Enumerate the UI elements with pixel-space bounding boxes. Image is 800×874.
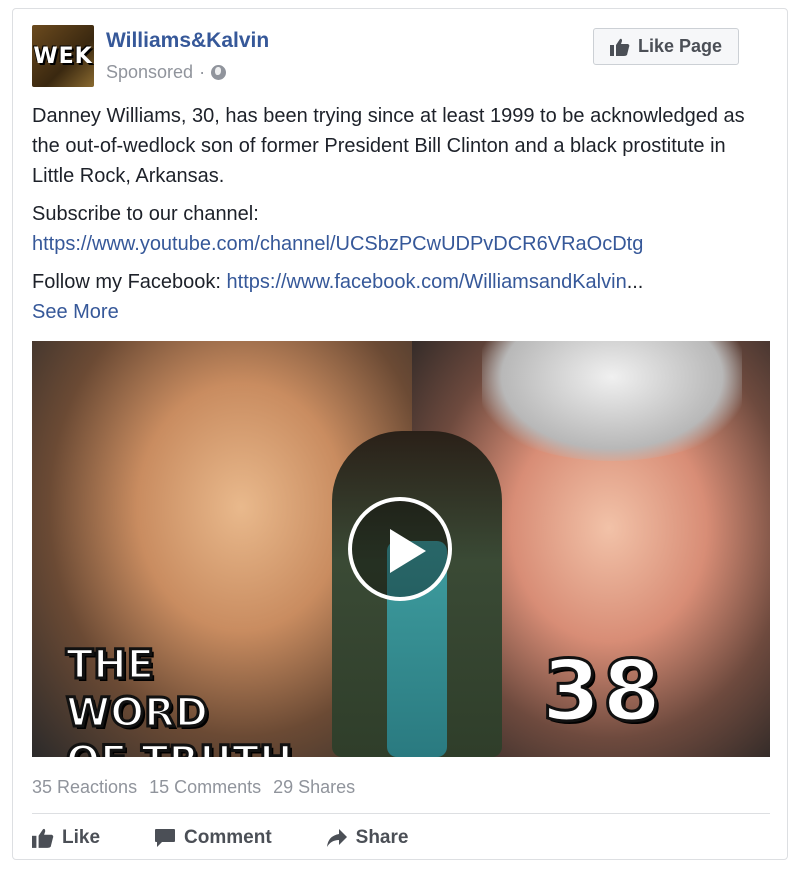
thumbs-up-icon: [32, 828, 54, 848]
page-name-link[interactable]: Williams&Kalvin: [106, 29, 269, 53]
post-body: Danney Williams, 30, has been trying sin…: [32, 101, 772, 327]
share-button[interactable]: Share: [326, 827, 409, 849]
youtube-channel-link[interactable]: https://www.youtube.com/channel/UCSbzPCw…: [32, 233, 643, 255]
like-label: Like: [62, 827, 101, 848]
reactions-count[interactable]: 35 Reactions: [32, 777, 137, 798]
overlay-title-line1: THE WORD: [65, 641, 210, 738]
sponsored-post-card: WEK Williams&Kalvin Sponsored · Like Pag…: [12, 8, 788, 860]
comment-icon: [155, 829, 176, 847]
comment-button[interactable]: Comment: [154, 827, 272, 849]
post-meta: Sponsored ·: [106, 62, 227, 83]
meta-separator: ·: [199, 62, 206, 82]
avatar-logo-text: WEK: [33, 43, 93, 69]
globe-icon: [211, 65, 227, 80]
video-thumbnail[interactable]: THE WORD OF TRUTH 38: [32, 341, 770, 757]
thumbs-up-icon: [609, 38, 630, 56]
share-label: Share: [355, 827, 409, 848]
see-more-link[interactable]: See More: [32, 301, 119, 323]
follow-label: Follow my Facebook:: [32, 271, 221, 293]
page-avatar[interactable]: WEK: [32, 25, 94, 87]
thumbnail-hair-shape: [482, 341, 742, 461]
sponsored-label[interactable]: Sponsored: [106, 62, 193, 83]
play-icon[interactable]: [348, 497, 452, 601]
stats-divider: [32, 813, 770, 814]
like-button[interactable]: Like: [32, 827, 100, 849]
like-page-label: Like Page: [637, 36, 723, 56]
follow-paragraph: Follow my Facebook: https://www.facebook…: [32, 267, 772, 327]
engagement-stats: 35 Reactions 15 Comments 29 Shares: [32, 777, 355, 798]
comment-label: Comment: [184, 827, 272, 848]
shares-count[interactable]: 29 Shares: [273, 777, 355, 798]
video-overlay-title: THE WORD OF TRUTH: [65, 641, 306, 758]
action-bar: Like Comment Share: [32, 823, 408, 853]
share-arrow-icon: [326, 829, 347, 847]
truncation-ellipsis: ...: [626, 271, 644, 293]
subscribe-label: Subscribe to our channel:: [32, 203, 259, 225]
overlay-title-line2: OF TRUTH: [65, 737, 306, 758]
like-page-button[interactable]: Like Page: [593, 28, 739, 65]
video-overlay-number: 38: [541, 641, 663, 742]
comments-count[interactable]: 15 Comments: [149, 777, 261, 798]
subscribe-paragraph: Subscribe to our channel: https://www.yo…: [32, 199, 772, 259]
facebook-page-link[interactable]: https://www.facebook.com/WilliamsandKalv…: [227, 271, 627, 293]
post-paragraph: Danney Williams, 30, has been trying sin…: [32, 105, 745, 187]
